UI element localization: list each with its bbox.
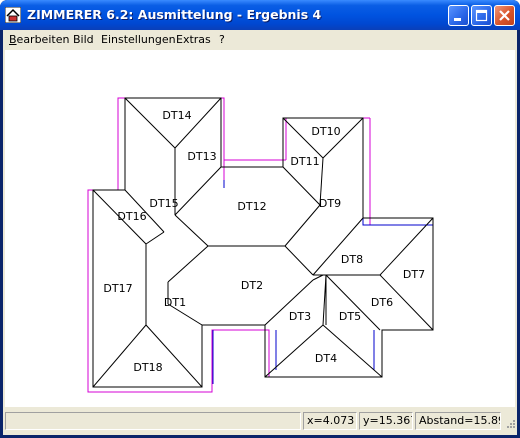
face-label: DT16 xyxy=(117,210,146,223)
close-button[interactable] xyxy=(494,5,515,26)
drawing-canvas[interactable]: DT14 DT13 DT10 DT11 DT15 DT12 DT9 DT16 D… xyxy=(5,50,515,407)
menu-bearbeiten-mnemonic: B xyxy=(9,33,17,46)
face-label: DT14 xyxy=(162,109,191,122)
face-label: DT5 xyxy=(339,310,361,323)
face-label: DT3 xyxy=(289,310,311,323)
face-label: DT6 xyxy=(371,296,393,309)
window-title: ZIMMERER 6.2: Ausmittelung - Ergebnis 4 xyxy=(27,7,322,22)
resize-grip-icon[interactable] xyxy=(504,419,516,431)
face-label: DT18 xyxy=(133,361,162,374)
face-label: DT8 xyxy=(341,253,363,266)
status-x: x=4.073 xyxy=(303,412,357,430)
face-label: DT17 xyxy=(103,282,132,295)
minimize-icon xyxy=(454,18,461,21)
window-frame: Bearbeiten Bild Einstellungen Extras ? D… xyxy=(3,30,517,435)
roof-face-labels: DT14 DT13 DT10 DT11 DT15 DT12 DT9 DT16 D… xyxy=(103,109,425,374)
face-label: DT9 xyxy=(319,197,341,210)
app-window: ZIMMERER 6.2: Ausmittelung - Ergebnis 4 … xyxy=(0,0,520,438)
face-label: DT13 xyxy=(187,150,216,163)
face-label: DT1 xyxy=(164,296,186,309)
face-label: DT4 xyxy=(315,352,337,365)
roof-app-icon[interactable] xyxy=(5,7,21,23)
face-label: DT11 xyxy=(290,155,319,168)
roof-outline xyxy=(92,97,434,388)
status-bar: x=4.073 y=15.367 Abstand=15.898 xyxy=(3,410,517,432)
menu-bearbeiten-rest: earbeiten xyxy=(16,33,70,46)
menu-bar: Bearbeiten Bild Einstellungen Extras ? xyxy=(3,30,517,49)
face-label: DT10 xyxy=(311,125,340,138)
face-label: DT2 xyxy=(241,279,263,292)
status-message xyxy=(5,412,301,430)
menu-extras[interactable]: Extras xyxy=(176,33,211,46)
status-y: y=15.367 xyxy=(359,412,413,430)
maximize-button[interactable] xyxy=(471,5,492,26)
menu-help[interactable]: ? xyxy=(219,33,225,46)
menu-bearbeiten[interactable]: Bearbeiten xyxy=(9,33,69,46)
face-label: DT12 xyxy=(237,200,266,213)
maximize-icon xyxy=(475,9,488,22)
minimize-button[interactable] xyxy=(448,5,469,26)
roof-plan-drawing[interactable]: DT14 DT13 DT10 DT11 DT15 DT12 DT9 DT16 D… xyxy=(5,50,515,407)
eave-lines-magenta xyxy=(87,97,434,393)
face-label: DT7 xyxy=(403,268,425,281)
face-label: DT15 xyxy=(149,197,178,210)
title-bar[interactable]: ZIMMERER 6.2: Ausmittelung - Ergebnis 4 xyxy=(0,0,520,30)
status-distance: Abstand=15.898 xyxy=(415,412,501,430)
menu-einstellungen[interactable]: Einstellungen xyxy=(101,33,176,46)
menu-bild[interactable]: Bild xyxy=(73,33,94,46)
close-icon xyxy=(499,10,510,21)
